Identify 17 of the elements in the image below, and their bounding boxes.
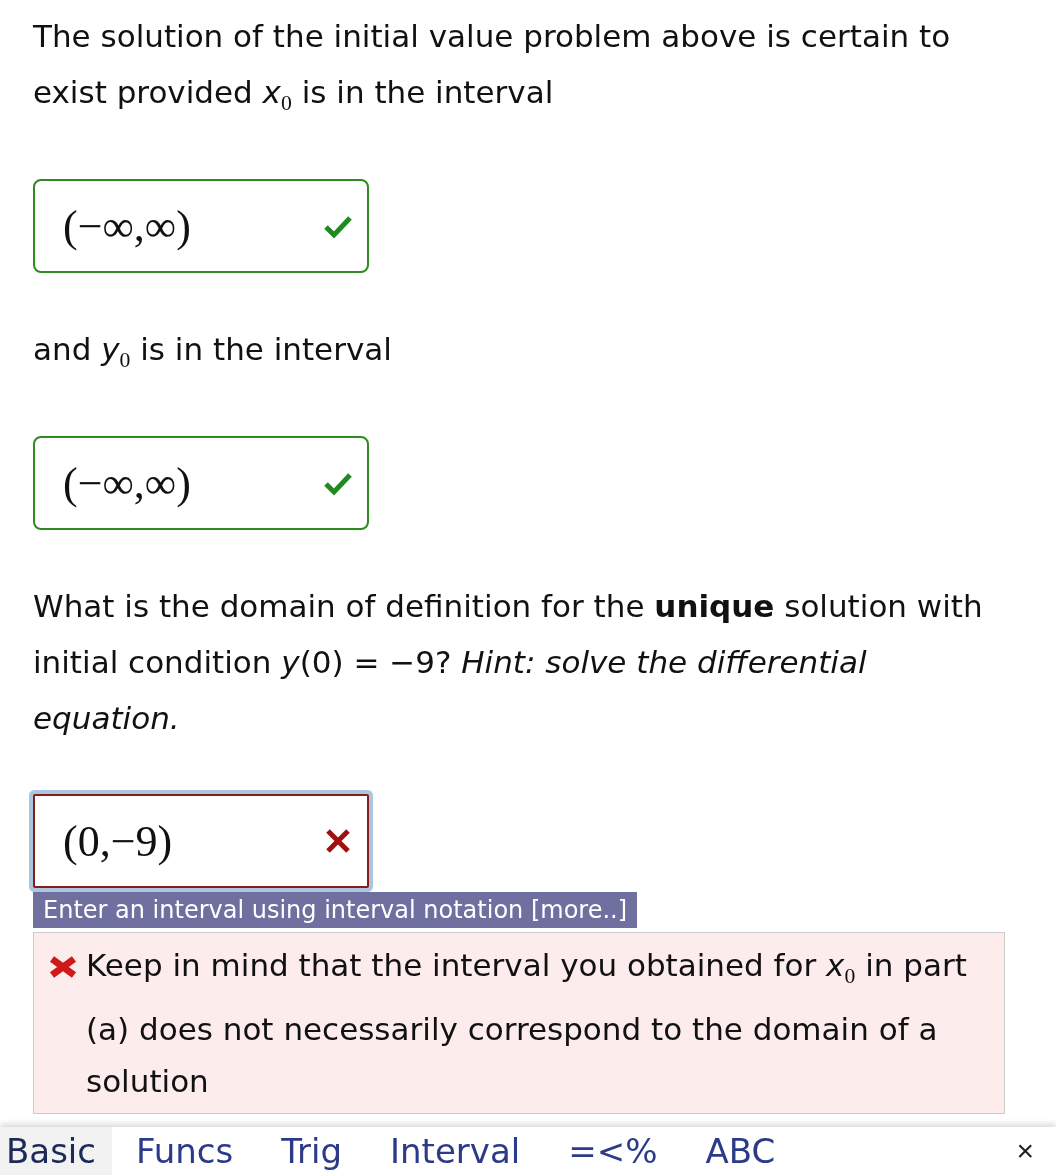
question-text: What is the domain of definition for the unique solution with initial condition y(0) = −9? Hint: solve the differential equation.: [33, 587, 984, 739]
keyboard-tab[interactable]: Funcs: [112, 1127, 258, 1175]
hint-tooltip: Enter an interval using interval notation [more..]: [33, 892, 638, 929]
answer-field[interactable]: (−∞,∞): [33, 436, 369, 531]
keyboard-tab[interactable]: Interval: [366, 1127, 545, 1175]
answer-value: (0,−9): [63, 815, 173, 867]
answer-value: (−∞,∞): [63, 457, 191, 509]
keyboard-tab[interactable]: ABC: [681, 1127, 800, 1175]
keyboard-tab[interactable]: =<%: [544, 1127, 682, 1175]
answer-field[interactable]: (−∞,∞): [33, 179, 369, 274]
keyboard-tab[interactable]: Trig: [257, 1127, 366, 1175]
question-text: and y$_{0}$ is in the interval: [33, 330, 393, 375]
keyboard-tab[interactable]: Basic: [0, 1127, 112, 1175]
answer-value: (−∞,∞): [63, 200, 191, 252]
close-button[interactable]: ×: [994, 1127, 1056, 1175]
question-text: The solution of the initial value problem above is certain to exist provided x$_{0}$ is in the interval: [33, 17, 952, 118]
feedback-text: Keep in mind that the interval you obtained for x$_{0}$ in part (a) does not necessarily correspond to the domain of a solution: [86, 946, 968, 1101]
